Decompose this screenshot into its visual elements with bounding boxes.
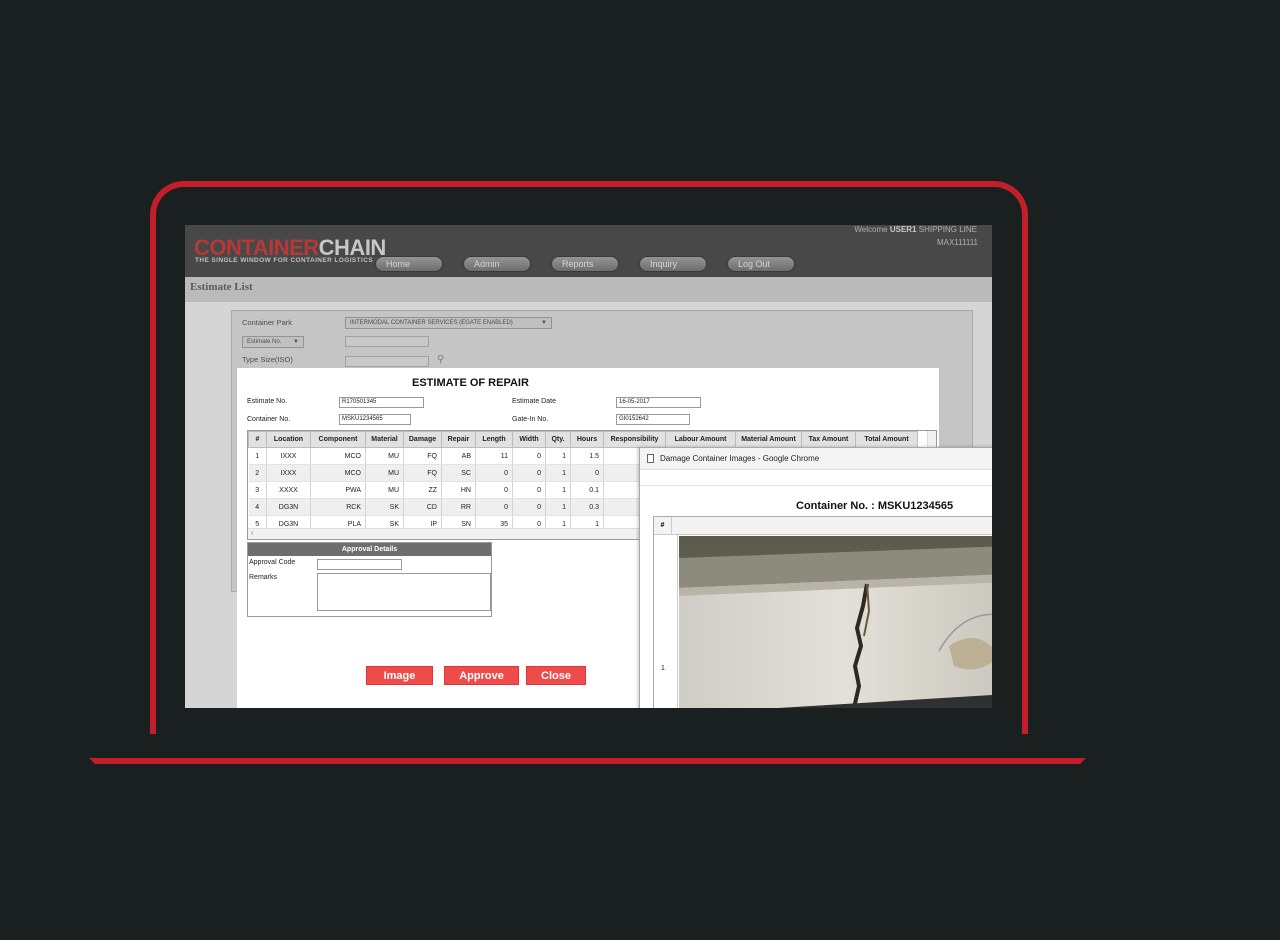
estimate-no-field[interactable]: R170501345 (339, 397, 424, 408)
table-cell: 1 (545, 464, 571, 482)
column-header-index: # (654, 517, 672, 535)
table-cell: 0.3 (570, 498, 604, 516)
table-cell: RCK (310, 498, 366, 516)
table-cell: DG3N (266, 498, 311, 516)
approval-code-label: Approval Code (249, 559, 296, 566)
column-header[interactable]: Repair (441, 431, 476, 448)
damage-images-grid: # 1 (653, 516, 992, 708)
column-header[interactable]: Width (512, 431, 546, 448)
table-cell: MU (365, 447, 404, 465)
column-header[interactable]: Responsibility (603, 431, 666, 448)
row-index-column: 1 (654, 535, 678, 708)
laptop-screen: CONTAINERCHAIN THE SINGLE WINDOW FOR CON… (185, 225, 992, 708)
table-cell: 0 (475, 498, 513, 516)
table-cell: FQ (403, 464, 442, 482)
table-cell: SC (441, 464, 476, 482)
table-cell: 1 (545, 498, 571, 516)
column-header[interactable]: Material (365, 431, 404, 448)
close-button[interactable]: Close (526, 666, 586, 685)
column-header[interactable]: Component (310, 431, 366, 448)
laptop-base (89, 758, 1086, 764)
table-cell: HN (441, 481, 476, 499)
table-cell: 1 (545, 447, 571, 465)
table-cell: AB (441, 447, 476, 465)
table-cell: 1 (248, 447, 267, 465)
table-cell: ZZ (403, 481, 442, 499)
table-cell: MCO (310, 447, 366, 465)
gate-in-field[interactable]: GI0152642 (616, 414, 690, 425)
damage-photo[interactable] (679, 536, 992, 708)
approval-details-header: Approval Details (248, 543, 491, 556)
table-cell: 11 (475, 447, 513, 465)
remarks-textarea[interactable] (317, 573, 491, 611)
table-cell: PWA (310, 481, 366, 499)
row-index: 1 (661, 665, 665, 672)
table-cell: XXXX (266, 481, 311, 499)
table-cell: MCO (310, 464, 366, 482)
column-header[interactable]: Location (266, 431, 311, 448)
column-header[interactable]: Tax Amount (801, 431, 856, 448)
approve-button[interactable]: Approve (444, 666, 519, 685)
container-no-label: Container No. (247, 416, 291, 423)
column-header[interactable]: Qty. (545, 431, 571, 448)
approval-code-input[interactable] (317, 559, 402, 570)
table-cell: SK (365, 498, 404, 516)
remarks-label: Remarks (249, 574, 278, 581)
table-header-row: # Location Component Material Damage Rep… (248, 431, 918, 448)
estimate-date-label: Estimate Date (512, 398, 556, 405)
table-cell: 1 (545, 481, 571, 499)
table-cell: 0 (512, 464, 546, 482)
page-icon (647, 454, 654, 463)
laptop-frame-gap (140, 734, 1040, 794)
popup-title-bar[interactable]: Damage Container Images - Google Chrome (640, 448, 992, 470)
table-cell: MU (365, 481, 404, 499)
table-cell: 3 (248, 481, 267, 499)
table-cell: RR (441, 498, 476, 516)
table-cell: 2 (248, 464, 267, 482)
column-header[interactable]: # (248, 431, 267, 448)
column-header[interactable]: Hours (570, 431, 604, 448)
table-cell: 0 (475, 481, 513, 499)
column-header[interactable]: Total Amount (855, 431, 918, 448)
table-cell: 1.5 (570, 447, 604, 465)
table-cell: CD (403, 498, 442, 516)
container-no-field[interactable]: MSKU1234565 (339, 414, 411, 425)
table-cell: IXXX (266, 447, 311, 465)
modal-title: ESTIMATE OF REPAIR (412, 377, 529, 389)
damage-photo-image (679, 536, 992, 708)
table-cell: 0 (475, 464, 513, 482)
table-cell: 0 (512, 481, 546, 499)
images-grid-header: # (654, 517, 992, 535)
table-cell: 0.1 (570, 481, 604, 499)
image-button[interactable]: Image (366, 666, 433, 685)
column-header[interactable]: Length (475, 431, 513, 448)
damage-images-popup-window: Damage Container Images - Google Chrome … (639, 447, 992, 708)
popup-heading: Container No. : MSKU1234565 (796, 500, 954, 512)
column-header[interactable]: Damage (403, 431, 442, 448)
column-header[interactable]: Material Amount (735, 431, 802, 448)
gate-in-label: Gate-In No. (512, 416, 549, 423)
popup-address-bar[interactable] (640, 470, 992, 486)
popup-window-title: Damage Container Images - Google Chrome (660, 454, 820, 463)
table-cell: IXXX (266, 464, 311, 482)
estimate-date-field[interactable]: 16-05-2017 (616, 397, 701, 408)
table-cell: FQ (403, 447, 442, 465)
column-header[interactable]: Labour Amount (665, 431, 736, 448)
approval-details-panel: Approval Details Approval Code Remarks (247, 542, 492, 617)
estimate-no-label: Estimate No. (247, 398, 288, 405)
scroll-left-icon[interactable]: ‹ (251, 530, 253, 537)
table-cell: 0 (512, 447, 546, 465)
table-cell: 4 (248, 498, 267, 516)
table-cell: 0 (570, 464, 604, 482)
table-cell: MU (365, 464, 404, 482)
table-cell: 0 (512, 498, 546, 516)
